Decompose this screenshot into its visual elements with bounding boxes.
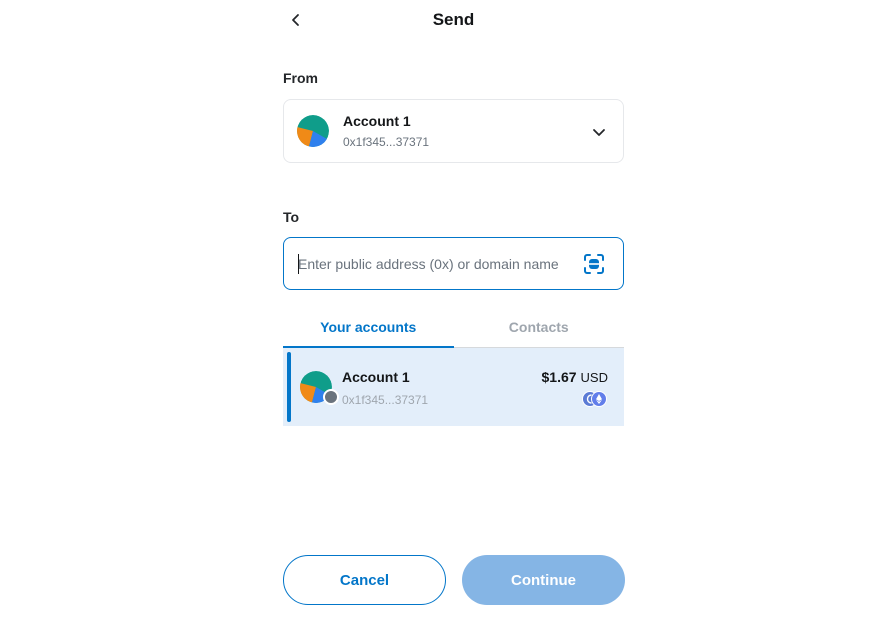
from-account-address: 0x1f345...37371 xyxy=(343,135,430,149)
selected-indicator xyxy=(287,352,291,422)
from-account-name: Account 1 xyxy=(343,113,411,129)
token-icons xyxy=(582,391,607,407)
tab-contacts[interactable]: Contacts xyxy=(453,313,624,348)
cancel-button[interactable]: Cancel xyxy=(283,555,446,605)
account-name: Account 1 xyxy=(342,369,410,385)
network-badge-icon xyxy=(323,389,339,405)
from-account-selector[interactable]: Account 1 0x1f345...37371 xyxy=(283,99,624,163)
account-address: 0x1f345...37371 xyxy=(342,393,429,407)
tab-your-accounts[interactable]: Your accounts xyxy=(283,313,454,348)
continue-button[interactable]: Continue xyxy=(462,555,625,605)
text-caret xyxy=(298,254,299,274)
balance-amount: $1.67 xyxy=(541,369,577,385)
account-list-item[interactable]: Account 1 0x1f345...37371 $1.67 USD xyxy=(283,348,624,426)
recipient-tabs: Your accounts Contacts xyxy=(283,313,624,348)
account-avatar xyxy=(297,115,329,147)
chevron-down-icon xyxy=(593,129,605,136)
qr-scan-icon[interactable] xyxy=(582,252,606,276)
account-balance: $1.67 USD xyxy=(542,369,609,385)
page-title: Send xyxy=(432,10,475,29)
to-label: To xyxy=(283,209,300,225)
balance-currency: USD xyxy=(580,370,608,385)
recipient-input[interactable] xyxy=(298,252,580,276)
from-label: From xyxy=(283,70,318,86)
recipient-field xyxy=(283,237,624,290)
send-screen: Send From Account 1 0x1f345...37371 To Y… xyxy=(0,0,895,625)
